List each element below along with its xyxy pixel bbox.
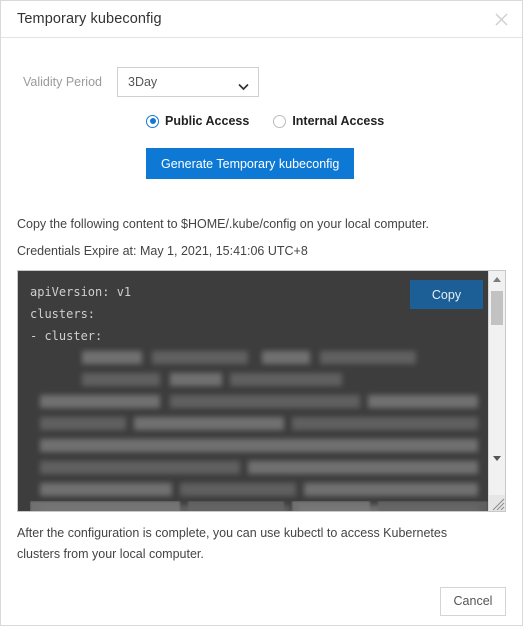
- validity-period-select-wrap: 3Day: [117, 67, 259, 97]
- validity-period-label: Validity Period: [23, 75, 102, 89]
- after-configuration-text: After the configuration is complete, you…: [17, 526, 448, 561]
- credentials-expiry-text: Credentials Expire at: May 1, 2021, 15:4…: [17, 244, 308, 258]
- generate-temporary-kubeconfig-button[interactable]: Generate Temporary kubeconfig: [146, 148, 355, 179]
- validity-period-value: 3Day: [128, 75, 158, 89]
- dialog-body: Validity Period 3Day Public Access Inter…: [1, 38, 522, 577]
- copy-hint-text: Copy the following content to $HOME/.kub…: [17, 217, 430, 231]
- validity-period-select[interactable]: 3Day: [117, 67, 259, 97]
- redacted-code-line: [30, 479, 488, 501]
- scrollbar-thumb[interactable]: [491, 291, 503, 325]
- close-icon[interactable]: [489, 7, 513, 31]
- redacted-code-line: [30, 457, 488, 479]
- resize-grip-icon[interactable]: [489, 495, 505, 511]
- radio-mark-icon: [273, 114, 287, 128]
- radio-internal-access-label: Internal Access: [292, 114, 385, 128]
- code-scrollbar[interactable]: [488, 271, 505, 511]
- redacted-code-line: [30, 391, 488, 413]
- redacted-code-line: [30, 347, 488, 369]
- radio-mark-icon: [146, 114, 159, 128]
- kubeconfig-code-block: apiVersion: v1 clusters: - cluster: Copy: [17, 270, 506, 512]
- redacted-code-line: [30, 369, 488, 391]
- dialog-footer: Cancel: [1, 577, 522, 625]
- copy-button[interactable]: Copy: [410, 280, 483, 309]
- radio-public-access[interactable]: Public Access: [146, 114, 249, 128]
- redacted-code-line: [30, 435, 488, 457]
- access-type-radio-group: Public Access Internal Access: [17, 114, 506, 128]
- scroll-down-arrow-icon[interactable]: [489, 450, 505, 467]
- scroll-up-arrow-icon[interactable]: [489, 271, 505, 288]
- dialog-title: Temporary kubeconfig: [17, 11, 162, 27]
- dialog-header: Temporary kubeconfig: [1, 1, 522, 38]
- radio-internal-access[interactable]: Internal Access: [273, 114, 384, 128]
- redacted-code-line-partial: [30, 501, 488, 511]
- temporary-kubeconfig-dialog: Temporary kubeconfig Validity Period 3Da…: [0, 0, 523, 626]
- radio-public-access-label: Public Access: [165, 114, 250, 128]
- redacted-code-line: [30, 413, 488, 435]
- cancel-button[interactable]: Cancel: [440, 586, 506, 616]
- code-line: - cluster:: [30, 329, 103, 343]
- validity-period-row: Validity Period 3Day: [17, 67, 506, 97]
- generate-button-row: Generate Temporary kubeconfig: [17, 148, 506, 179]
